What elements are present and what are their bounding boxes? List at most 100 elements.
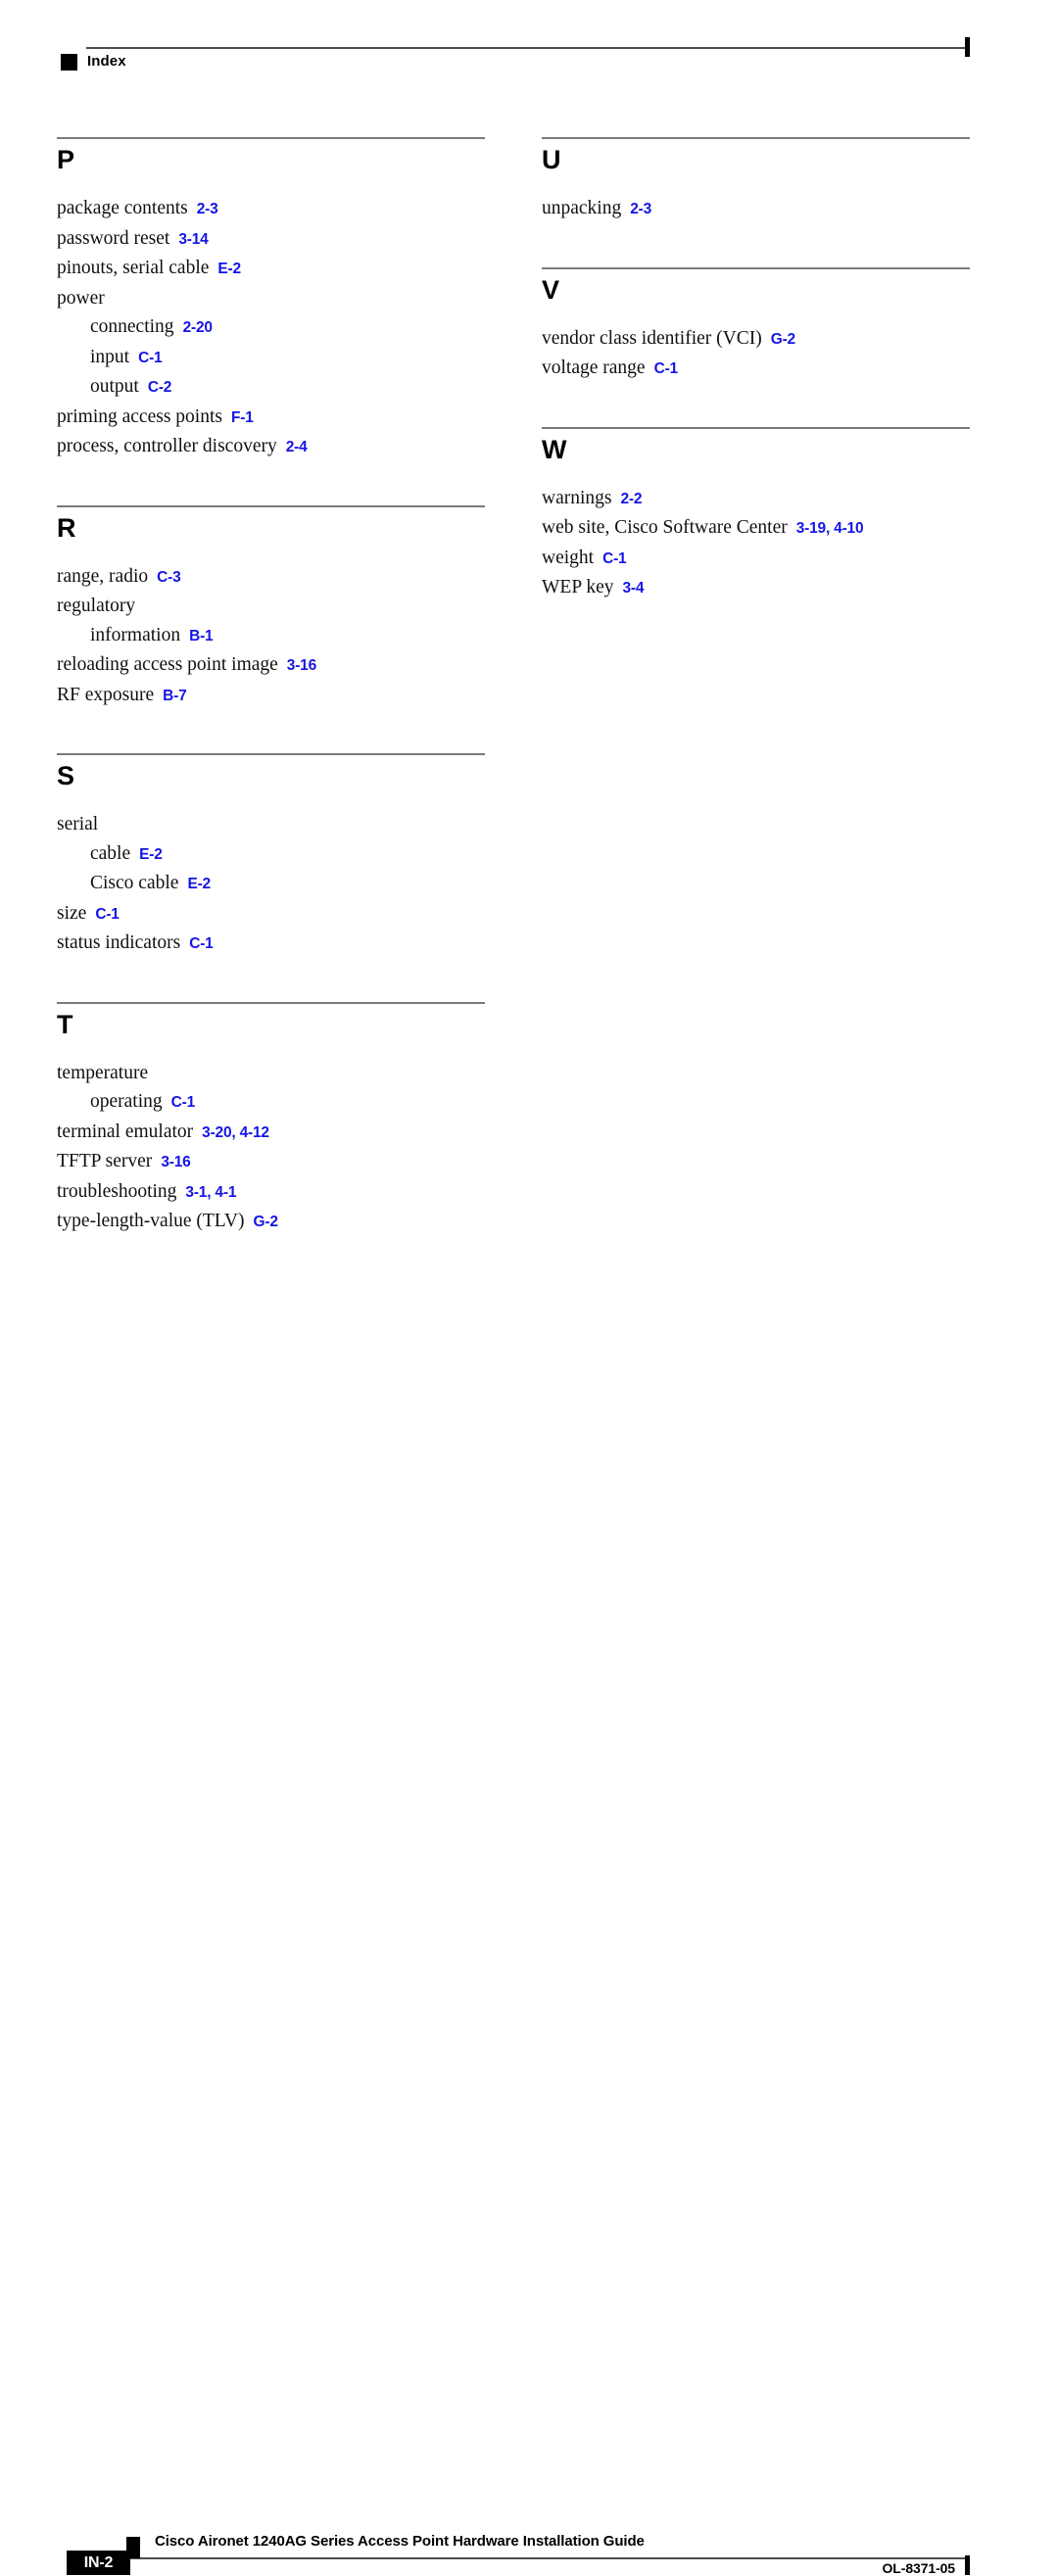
section-divider (542, 426, 970, 429)
index-letter-section: Sserial cable E-2 Cisco cable E-2 size C-1 stat… (57, 753, 488, 959)
index-page-reference[interactable]: G-2 (762, 331, 795, 348)
index-subentry: output C-2 (57, 372, 488, 403)
index-page-reference[interactable]: G-2 (245, 1214, 278, 1230)
index-page-reference[interactable]: 3-14 (169, 231, 208, 248)
index-entry: power (57, 284, 488, 313)
index-letter-section: Wwarnings 2-2 web site, Cisco Software Cen… (542, 426, 973, 603)
index-page-reference[interactable]: E-2 (209, 261, 241, 277)
index-letter-heading: P (57, 145, 74, 174)
header-divider (86, 47, 968, 49)
index-entry: RF exposure B-7 (57, 681, 488, 711)
index-subentry: input C-1 (57, 343, 488, 373)
black-square-icon (61, 54, 77, 71)
index-entry-text: warnings (542, 487, 612, 508)
section-divider (57, 137, 485, 139)
index-page-reference[interactable]: 3-20, 4-12 (193, 1124, 269, 1141)
index-page-reference[interactable]: 3-16 (278, 657, 316, 674)
index-entry: process, controller discovery 2-4 (57, 432, 488, 462)
index-entry-text: size (57, 902, 87, 924)
index-page-reference[interactable]: C-1 (180, 935, 214, 952)
index-page-reference[interactable]: 2-3 (188, 201, 218, 217)
index-entry: web site, Cisco Software Center 3-19, 4-1… (542, 513, 973, 544)
index-page-reference[interactable]: 3-19, 4-10 (788, 520, 864, 537)
index-page-reference[interactable]: B-7 (154, 688, 187, 704)
index-page-reference[interactable]: 3-1, 4-1 (176, 1184, 236, 1201)
index-letter-heading: R (57, 512, 76, 543)
index-column-left: Ppackage contents 2-3 password reset 3-14 pi… (57, 137, 488, 1237)
section-divider (57, 504, 485, 507)
index-entry: range, radio C-3 (57, 562, 488, 593)
index-page-reference[interactable]: C-1 (163, 1094, 196, 1111)
index-letter-section: Ttemperature operating C-1 terminal emulato… (57, 1001, 488, 1237)
index-entry: regulatory (57, 592, 488, 621)
index-letter-heading: S (57, 761, 74, 790)
index-entry: reloading access point image 3-16 (57, 650, 488, 681)
document-title: Cisco Aironet 1240AG Series Access Point… (155, 2533, 645, 2550)
index-letter-section: Ppackage contents 2-3 password reset 3-14 pi… (57, 137, 488, 462)
index-page-reference[interactable]: C-1 (86, 906, 120, 923)
index-entry-text: priming access points (57, 405, 222, 427)
index-entry-text: temperature (57, 1062, 149, 1083)
index-entry-text: pinouts, serial cable (57, 258, 210, 278)
index-page-reference[interactable]: B-1 (180, 628, 214, 644)
index-entry: unpacking 2-3 (542, 194, 973, 224)
index-entry: status indicators C-1 (57, 929, 488, 959)
index-entry: type-length-value (TLV) G-2 (57, 1207, 488, 1237)
index-page-reference[interactable]: 2-2 (612, 491, 643, 507)
index-letter-heading: U (542, 145, 561, 174)
index-entry-text: unpacking (542, 198, 622, 218)
index-page-reference[interactable]: 2-4 (277, 439, 308, 455)
index-entry: size C-1 (57, 899, 488, 930)
index-entry: weight C-1 (542, 544, 973, 574)
index-subentry: operating C-1 (57, 1087, 488, 1118)
index-page-reference[interactable]: C-1 (646, 360, 679, 377)
index-entry: pinouts, serial cable E-2 (57, 254, 488, 284)
header-edge-marker (965, 37, 970, 57)
index-entry: WEP key 3-4 (542, 573, 973, 603)
index-entry-text: information (90, 624, 181, 645)
index-letter-heading: V (542, 274, 559, 305)
index-letter-heading: T (57, 1009, 73, 1039)
index-entry-text: type-length-value (TLV) (57, 1211, 245, 1231)
index-page-reference[interactable]: E-2 (178, 876, 211, 892)
index-entry-text: TFTP server (57, 1151, 153, 1171)
page-footer: IN-2 Cisco Aironet 1240AG Series Access … (0, 1251, 1058, 2576)
index-page-reference[interactable]: E-2 (130, 846, 163, 863)
index-page-reference[interactable]: F-1 (222, 409, 254, 426)
index-entry-text: operating (90, 1091, 163, 1112)
running-header-label: Index (87, 53, 126, 70)
index-column-right: Uunpacking 2-3 Vvendor class identifier (V… (542, 137, 973, 603)
index-entry: serial (57, 810, 488, 839)
index-page-reference[interactable]: C-3 (148, 569, 181, 586)
index-entry-text: process, controller discovery (57, 436, 277, 456)
index-page-reference[interactable]: C-2 (139, 379, 172, 396)
page-header: Index (0, 0, 1058, 108)
index-page-reference[interactable]: C-1 (129, 350, 163, 366)
index-entry: package contents 2-3 (57, 194, 488, 224)
index-entry-text: status indicators (57, 932, 181, 953)
index-entry-text: regulatory (57, 596, 136, 616)
index-subentry: connecting 2-20 (57, 312, 488, 343)
footer-divider (128, 2557, 968, 2559)
index-page-reference[interactable]: 3-16 (152, 1154, 190, 1170)
index-entry-text: WEP key (542, 577, 614, 597)
index-entry: troubleshooting 3-1, 4-1 (57, 1177, 488, 1208)
index-entry: terminal emulator 3-20, 4-12 (57, 1118, 488, 1148)
page-number: IN-2 (83, 2554, 114, 2571)
index-entry: priming access points F-1 (57, 403, 488, 433)
index-subentry: Cisco cable E-2 (57, 869, 488, 899)
index-entry-text: RF exposure (57, 684, 155, 705)
index-page-reference[interactable]: 3-4 (613, 580, 644, 596)
index-page-reference[interactable]: 2-20 (174, 319, 213, 336)
index-entry: voltage range C-1 (542, 354, 973, 384)
index-subentry: information B-1 (57, 621, 488, 651)
index-entry-text: connecting (90, 316, 174, 337)
index-page-reference[interactable]: C-1 (594, 550, 627, 567)
index-entry-text: web site, Cisco Software Center (542, 517, 788, 538)
index-page-reference[interactable]: 2-3 (621, 201, 651, 217)
section-divider (542, 266, 970, 269)
